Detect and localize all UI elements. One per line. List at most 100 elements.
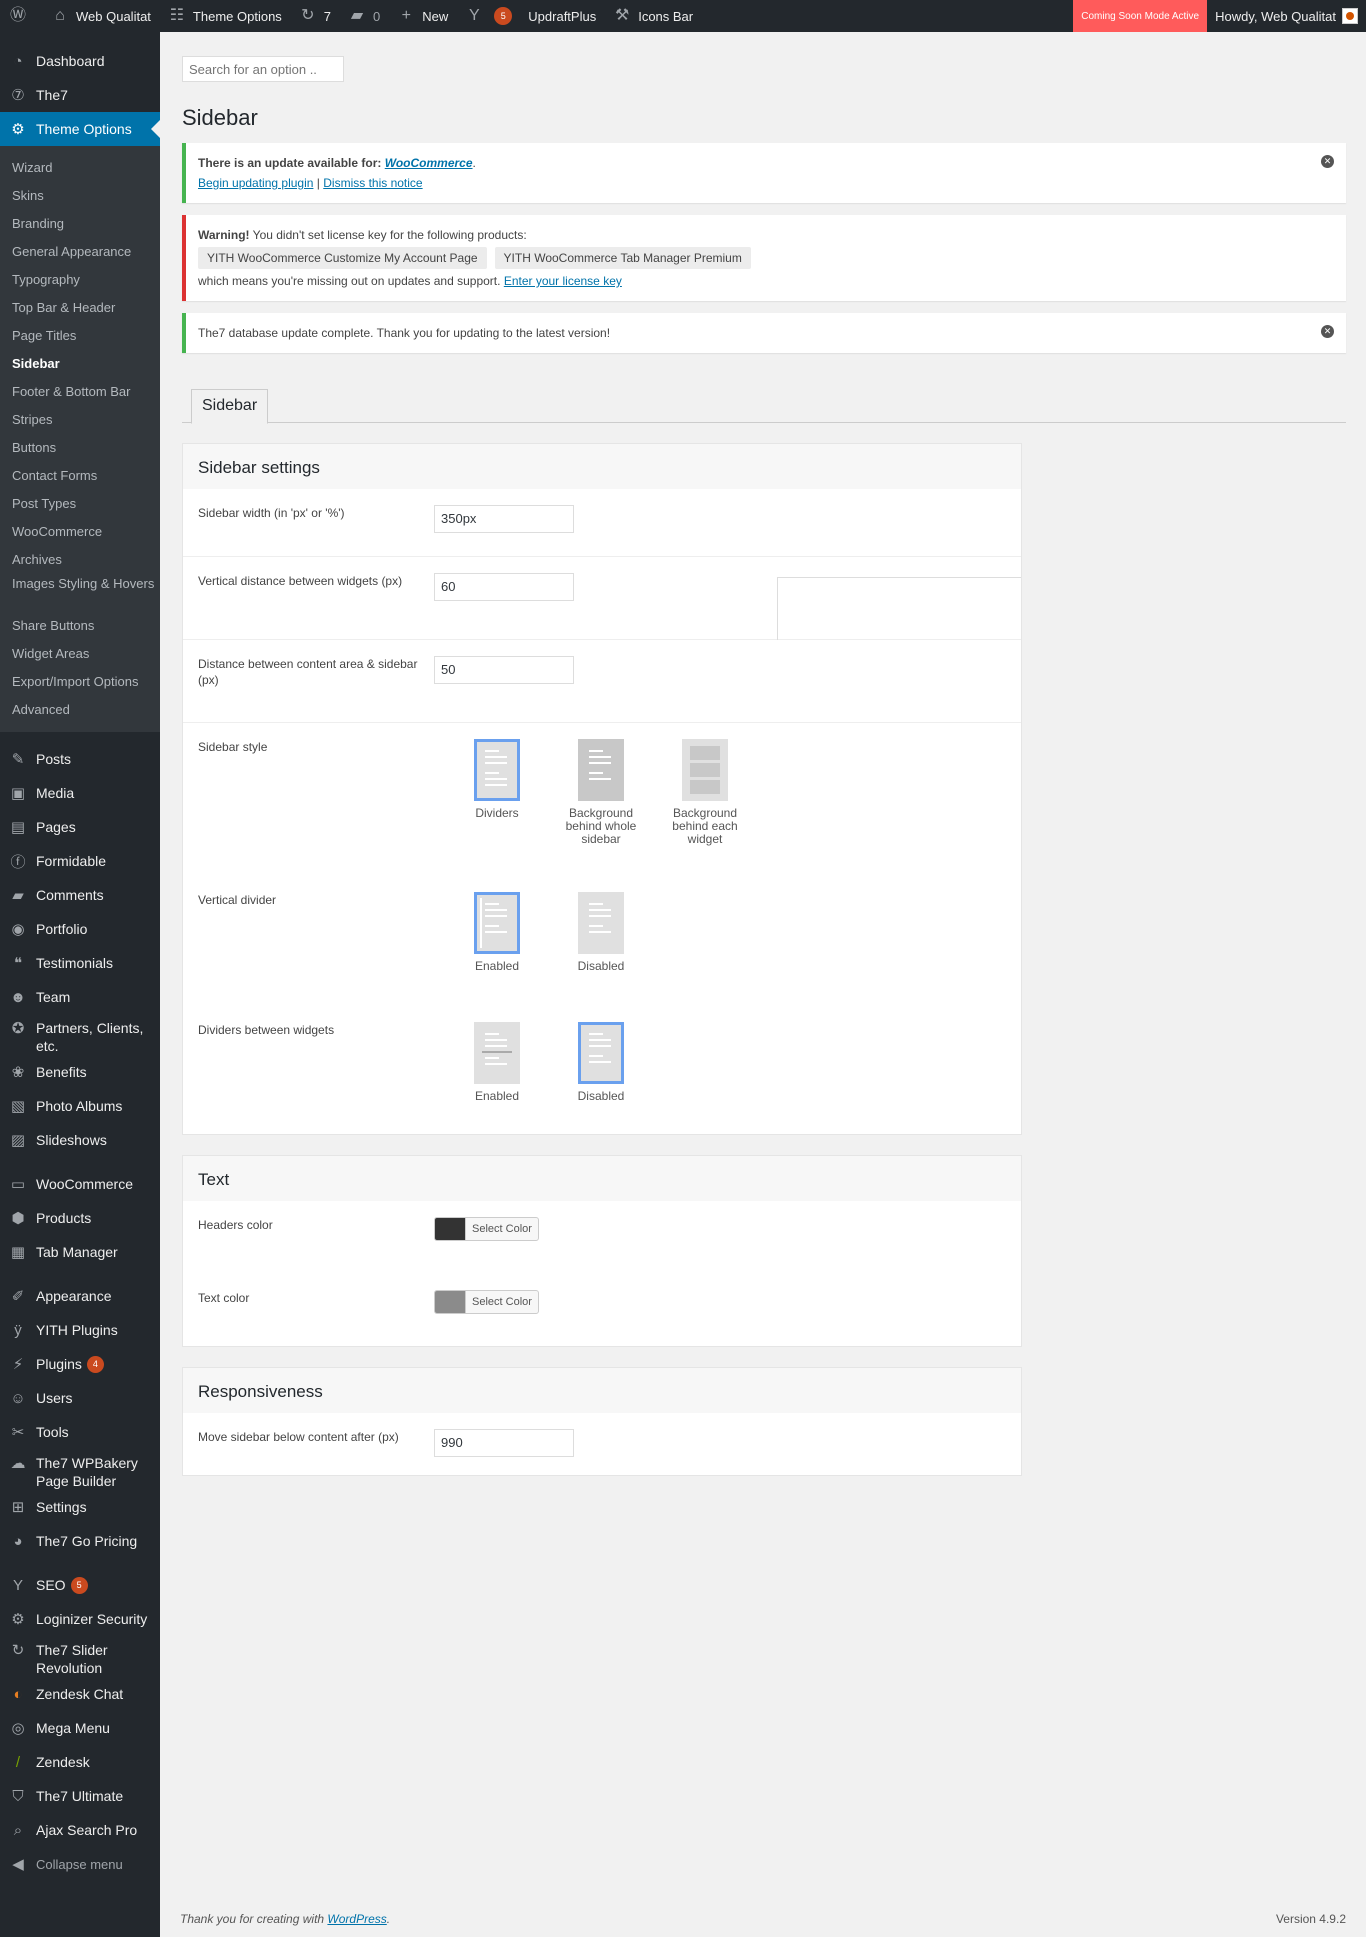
new-content-link[interactable]: + New [388,0,456,32]
slideshow-icon: ▨ [10,1132,26,1149]
submenu-general-appearance[interactable]: General Appearance [0,238,160,266]
menu-portfolio[interactable]: ◉ Portfolio [0,912,160,946]
vertical-divider-disabled-option[interactable]: Disabled [564,892,638,973]
menu-seo[interactable]: Y SEO 5 [0,1568,160,1602]
menu-slider-revolution[interactable]: ↻ The7 Slider Revolution [0,1636,160,1677]
menu-photo-albums[interactable]: ▧ Photo Albums [0,1089,160,1123]
menu-appearance[interactable]: ✐ Appearance [0,1279,160,1313]
sidebar-width-input[interactable]: 350px [434,505,574,533]
wordpress-logo[interactable]: Ⓦ [0,0,42,32]
headers-color-picker[interactable]: Select Color [434,1217,539,1241]
shield-icon: ⛉ [12,1787,24,1805]
wordpress-link[interactable]: WordPress [327,1912,386,1926]
options-tabs: Sidebar [182,389,1346,424]
menu-posts[interactable]: ✎ Posts [0,742,160,776]
close-icon[interactable]: ✕ [1321,155,1334,168]
dismiss-notice-link[interactable]: Dismiss this notice [323,176,422,190]
submenu-share-buttons[interactable]: Share Buttons [0,612,160,640]
menu-partners[interactable]: ✪ Partners, Clients, etc. [0,1014,160,1055]
submenu-stripes[interactable]: Stripes [0,406,160,434]
submenu-footer[interactable]: Footer & Bottom Bar [0,378,160,406]
menu-loginizer[interactable]: ⚙ Loginizer Security [0,1602,160,1636]
media-icon: ▣ [10,785,26,802]
coming-soon-badge[interactable]: Coming Soon Mode Active [1073,0,1208,32]
collapse-menu-button[interactable]: ◀ Collapse menu [0,1847,160,1881]
menu-plugins[interactable]: ⚡ Plugins 4 [0,1347,160,1381]
menu-the7[interactable]: ⑦ The7 [0,78,160,112]
menu-team[interactable]: ☻ Team [0,980,160,1014]
submenu-widget-areas[interactable]: Widget Areas [0,640,160,668]
updates-link[interactable]: ↻ 7 [290,0,339,32]
menu-mega-menu[interactable]: ◎ Mega Menu [0,1711,160,1745]
vertical-divider-enabled-option[interactable]: Enabled [460,892,534,973]
submenu-typography[interactable]: Typography [0,266,160,294]
footer: Thank you for creating with WordPress. V… [180,1912,1346,1926]
style-dividers-option[interactable]: Dividers [460,739,534,846]
menu-media[interactable]: ▣ Media [0,776,160,810]
breakpoint-input[interactable]: 990 [434,1429,574,1457]
submenu-wizard[interactable]: Wizard [0,154,160,182]
menu-slideshows[interactable]: ▨ Slideshows [0,1123,160,1157]
tab-sidebar[interactable]: Sidebar [191,389,269,424]
product-chip: YITH WooCommerce Customize My Account Pa… [198,247,487,269]
vertical-distance-input[interactable]: 60 [434,573,574,601]
yoast-link[interactable]: Y5 [456,0,520,32]
menu-benefits[interactable]: ❀ Benefits [0,1055,160,1089]
widget-dividers-disabled-option[interactable]: Disabled [564,1022,638,1103]
menu-comments[interactable]: ▰ Comments [0,878,160,912]
menu-dashboard[interactable]: ◔ Dashboard [0,44,160,78]
submenu-page-titles[interactable]: Page Titles [0,322,160,350]
submenu-post-types[interactable]: Post Types [0,490,160,518]
text-color-picker[interactable]: Select Color [434,1290,539,1314]
menu-go-pricing[interactable]: ◕ The7 Go Pricing [0,1524,160,1558]
content-distance-input[interactable]: 50 [434,656,574,684]
menu-ajax-search[interactable]: ⌕ Ajax Search Pro [0,1813,160,1847]
submenu-top-bar-header[interactable]: Top Bar & Header [0,294,160,322]
formidable-icon: ⓕ [10,853,26,871]
menu-testimonials[interactable]: ❝ Testimonials [0,946,160,980]
comments-link[interactable]: ▰ 0 [339,0,388,32]
close-icon[interactable]: ✕ [1321,325,1334,338]
db-update-notice: The7 database update complete. Thank you… [182,313,1346,353]
menu-woocommerce[interactable]: ▭ WooCommerce [0,1167,160,1201]
site-name-link[interactable]: ⌂ Web Qualitat [42,0,159,32]
menu-users[interactable]: ☺ Users [0,1381,160,1415]
submenu-advanced[interactable]: Advanced [0,696,160,724]
widget-dividers-enabled-option[interactable]: Enabled [460,1022,534,1103]
submenu-woocommerce[interactable]: WooCommerce [0,518,160,546]
menu-the7-ultimate[interactable]: ⛉ The7 Ultimate [0,1779,160,1813]
submenu-sidebar[interactable]: Sidebar [0,350,160,378]
submenu-branding[interactable]: Branding [0,210,160,238]
account-menu[interactable]: Howdy, Web Qualitat [1207,0,1366,32]
submenu-contact-forms[interactable]: Contact Forms [0,462,160,490]
menu-products[interactable]: ⬢ Products [0,1201,160,1235]
style-background-widget-option[interactable]: Background behind each widget [668,739,742,846]
menu-settings[interactable]: ⊞ Settings [0,1490,160,1524]
style-background-sidebar-option[interactable]: Background behind whole sidebar [564,739,638,846]
floating-panel [777,577,1021,640]
icons-bar-link[interactable]: ⚒ Icons Bar [604,0,701,32]
submenu-export-import[interactable]: Export/Import Options [0,668,160,696]
submenu-buttons[interactable]: Buttons [0,434,160,462]
menu-pages[interactable]: ▤ Pages [0,810,160,844]
menu-zendesk-chat[interactable]: ◐ Zendesk Chat [0,1677,160,1711]
plug-icon: ⚡ [12,1356,24,1373]
submenu-skins[interactable]: Skins [0,182,160,210]
search-option-input[interactable] [182,56,344,82]
begin-updating-link[interactable]: Begin updating plugin [198,176,313,190]
woocommerce-link[interactable]: WooCommerce [385,156,473,170]
menu-yith-plugins[interactable]: ÿ YITH Plugins [0,1313,160,1347]
updraft-link[interactable]: UpdraftPlus [520,0,604,32]
enter-license-link[interactable]: Enter your license key [504,274,622,288]
submenu-images-styling[interactable]: Images Styling & Hovers [0,574,160,612]
menu-theme-options[interactable]: ⚙ Theme Options [0,112,160,146]
sidebar-settings-box: Sidebar settings Sidebar width (in 'px' … [182,443,1022,1135]
menu-zendesk[interactable]: / Zendesk [0,1745,160,1779]
menu-tools[interactable]: ✂ Tools [0,1415,160,1449]
the7-icon: ⑦ [11,87,25,104]
theme-options-link[interactable]: ☷ Theme Options [159,0,290,32]
submenu-archives[interactable]: Archives [0,546,160,574]
menu-wpbakery[interactable]: ☁ The7 WPBakery Page Builder [0,1449,160,1490]
menu-formidable[interactable]: ⓕ Formidable [0,844,160,878]
menu-tab-manager[interactable]: ▦ Tab Manager [0,1235,160,1269]
